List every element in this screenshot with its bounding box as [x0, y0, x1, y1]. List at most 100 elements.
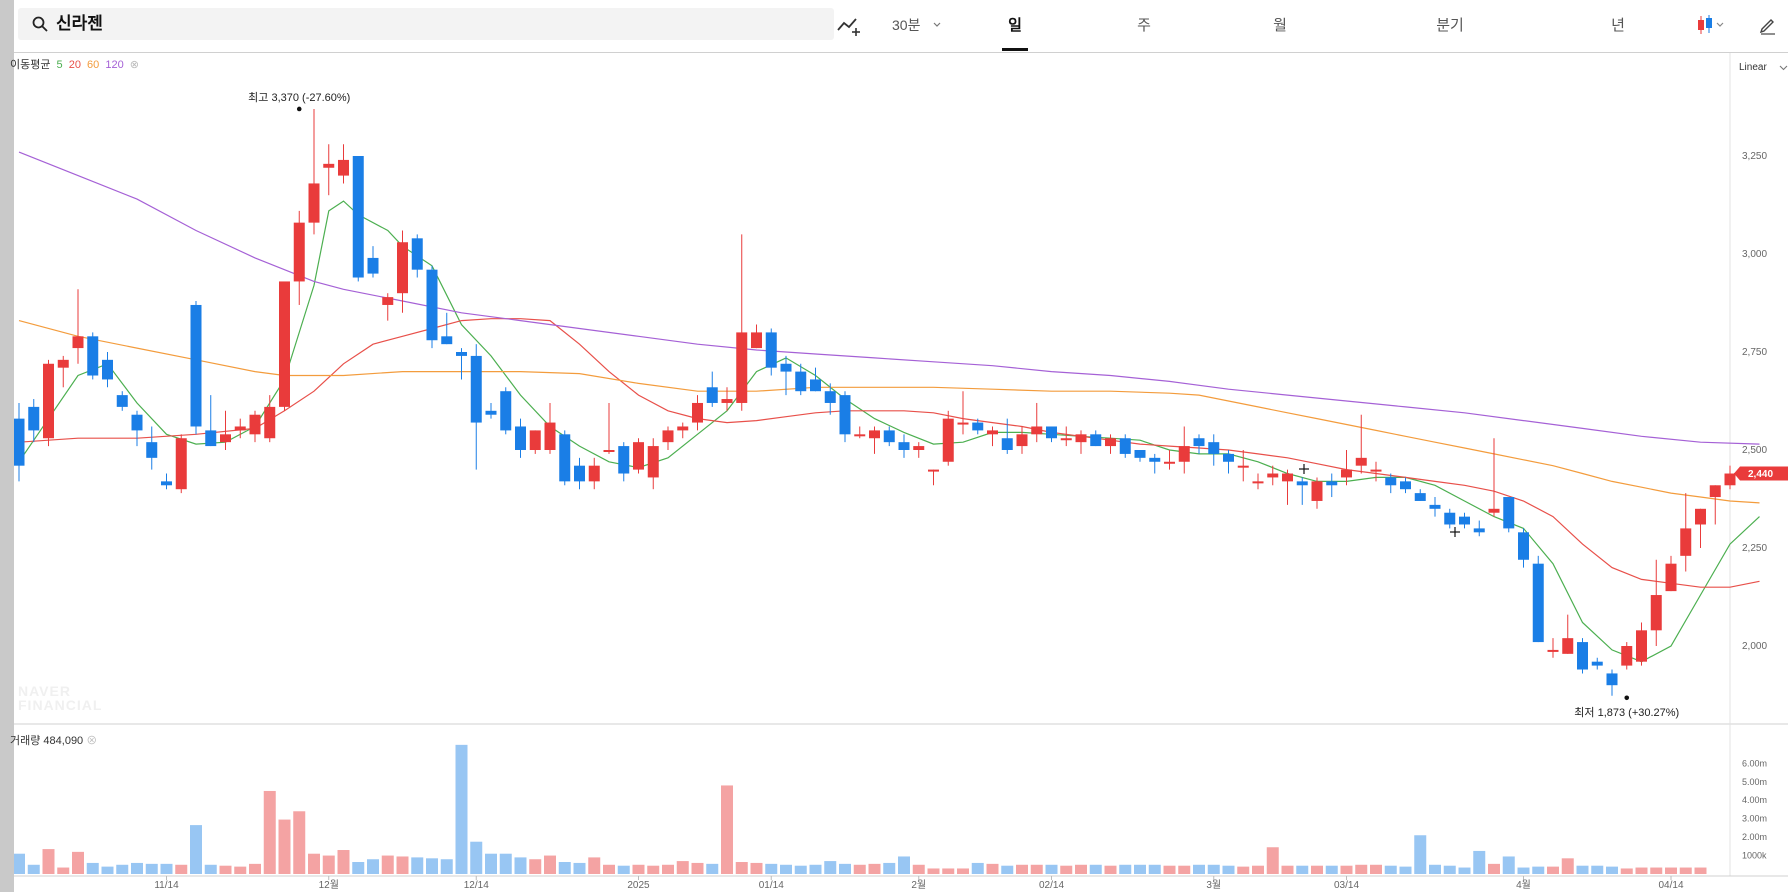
tab-year[interactable]: 년 — [1588, 14, 1648, 38]
volume-bar — [1620, 868, 1633, 874]
volume-bar — [204, 864, 217, 874]
chevron-down-icon[interactable] — [1779, 65, 1788, 72]
volume-bar — [160, 863, 173, 874]
volume-bar — [853, 864, 866, 874]
candle-body — [220, 434, 231, 443]
volume-bar — [1488, 863, 1500, 874]
candle-body — [1134, 450, 1146, 458]
candle-body — [736, 332, 748, 403]
volume-bar — [898, 856, 910, 874]
volume-bar — [1104, 865, 1117, 874]
volume-bar — [485, 853, 497, 874]
tab-month[interactable]: 월 — [1250, 14, 1310, 38]
tab-week[interactable]: 주 — [1114, 14, 1174, 38]
volume-bar — [14, 853, 25, 874]
candle-body — [1547, 649, 1559, 652]
ma-legend-20[interactable]: 20 — [69, 59, 81, 71]
candle-body — [913, 446, 925, 450]
candle-body — [352, 156, 364, 278]
chart-frame: 2,000 2,250 2,500 2,750 3,000 3,250 1000k 2.00m… — [10, 0, 1788, 892]
volume-bar — [1252, 865, 1264, 874]
candle-body — [116, 395, 128, 407]
volume-bar — [544, 855, 556, 874]
candle-body — [14, 418, 25, 466]
volume-legend-close-icon[interactable]: ⊗ — [86, 735, 97, 747]
candle-body — [190, 304, 202, 427]
volume-bar — [647, 865, 660, 874]
volume-bar — [337, 850, 350, 874]
volume-bar — [573, 862, 586, 874]
candle-body — [751, 332, 762, 349]
ma-legend-60[interactable]: 60 — [87, 59, 99, 71]
legend-close-icon[interactable]: ⊗ — [130, 59, 139, 71]
volume-bar — [912, 864, 925, 874]
watermark-line-1: NAVER — [18, 683, 71, 699]
volume-bar — [1178, 865, 1191, 874]
tab-day[interactable]: 일 — [985, 14, 1045, 38]
candle-body — [456, 352, 467, 356]
volume-bar — [986, 863, 999, 874]
pencil-draw-icon[interactable] — [1758, 15, 1778, 35]
candle-body — [1444, 512, 1456, 525]
volume-bar — [278, 819, 291, 874]
volume-bar — [1207, 864, 1220, 874]
candle-body — [1429, 504, 1441, 509]
candle-body — [515, 426, 526, 450]
stock-search-box[interactable]: 신라젠 — [18, 8, 834, 40]
candle-body — [839, 395, 851, 435]
volume-bar — [868, 863, 881, 874]
candle-body — [1400, 481, 1411, 490]
volume-bar — [1193, 864, 1205, 874]
volume-bar — [765, 863, 778, 874]
candle-body — [529, 430, 541, 450]
volume-bar — [1045, 864, 1058, 874]
volume-bar — [662, 864, 674, 874]
candle-body — [1296, 481, 1308, 486]
volume-bar — [499, 853, 512, 874]
candle-body — [279, 281, 290, 407]
interval-select[interactable]: 30분 — [892, 12, 920, 38]
chevron-down-icon[interactable] — [932, 21, 942, 29]
volume-bar — [1679, 867, 1692, 874]
candle-body — [1164, 461, 1175, 464]
stock-chart[interactable]: 2,000 2,250 2,500 2,750 3,000 3,250 1000k 2.00m… — [14, 0, 1788, 892]
tab-quarter[interactable]: 분기 — [1420, 14, 1480, 38]
candle-body — [293, 222, 305, 282]
x-tick-label: 01/14 — [759, 880, 784, 891]
candle-body — [1355, 457, 1367, 466]
candle-body — [618, 446, 630, 474]
y-tick-label: 2,000 — [1742, 641, 1767, 652]
candle-body — [574, 465, 585, 482]
candle-body — [1562, 638, 1574, 654]
candle-body — [928, 469, 939, 472]
ma-legend-5[interactable]: 5 — [57, 59, 63, 71]
volume-bar — [927, 868, 940, 874]
moving-average-legend[interactable]: 이동평균 5 20 60 120 ⊗ — [10, 56, 142, 72]
stock-name[interactable]: 신라젠 — [56, 12, 103, 36]
volume-bar — [1089, 864, 1102, 874]
ma-legend-120[interactable]: 120 — [105, 59, 123, 71]
candle-body — [161, 481, 172, 486]
candle-body — [1149, 457, 1161, 462]
volume-bar — [1502, 856, 1515, 874]
candle-body — [1341, 469, 1352, 478]
candlestick-type-icon[interactable] — [1696, 14, 1726, 36]
x-tick-label: 2월 — [911, 879, 926, 891]
candle-body — [102, 359, 113, 380]
volume-bar — [1119, 864, 1132, 874]
volume-legend[interactable]: 거래량 484,090 ⊗ — [10, 732, 97, 748]
candle-body — [397, 242, 408, 294]
volume-bar — [839, 863, 851, 874]
volume-bar — [322, 855, 335, 874]
chart-toolbar: 신라젠 30분 일 주 월 분기 년 — [14, 0, 1788, 53]
candle-body — [633, 442, 644, 470]
candle-body — [426, 269, 438, 341]
candle-body — [323, 163, 335, 168]
candle-body — [883, 430, 895, 443]
volume-tick-label: 3.00m — [1742, 814, 1767, 824]
volume-bar — [57, 867, 70, 874]
indicator-add-icon[interactable] — [836, 14, 864, 38]
candle-body — [1178, 446, 1190, 462]
scale-select[interactable]: Linear — [1739, 62, 1767, 73]
search-icon[interactable] — [32, 16, 48, 32]
